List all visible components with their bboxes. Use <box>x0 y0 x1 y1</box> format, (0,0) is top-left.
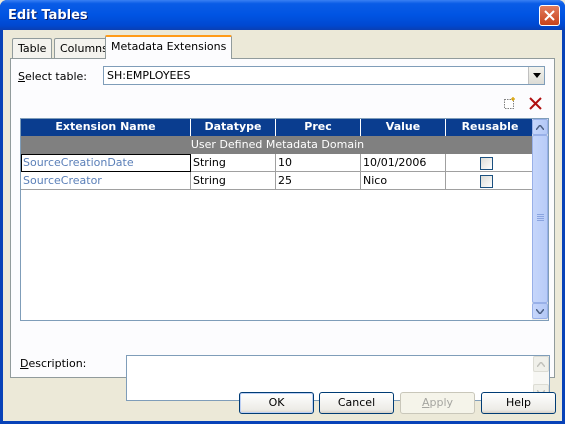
select-table-value: SH:EMPLOYEES <box>107 69 191 82</box>
table-row[interactable]: SourceCreator String 25 Nico <box>21 172 534 190</box>
select-table-label: Select table: <box>18 70 87 83</box>
tab-table[interactable]: Table <box>12 38 53 58</box>
value-cell[interactable]: 10/01/2006 <box>361 154 446 172</box>
help-button[interactable]: Help <box>481 392 556 414</box>
close-button[interactable] <box>539 5 560 26</box>
label-text: escription: <box>28 357 87 370</box>
datatype-cell[interactable]: String <box>191 172 276 190</box>
accel-key: S <box>18 70 25 83</box>
chevron-up-icon <box>537 361 545 367</box>
accel-key: A <box>421 396 430 409</box>
dialog-window: Edit Tables Table Columns Metadata Exten… <box>0 0 565 424</box>
cancel-button[interactable]: Cancel <box>319 392 394 414</box>
combo-dropdown-button[interactable] <box>528 67 544 84</box>
grid-scrollbar[interactable] <box>532 119 548 320</box>
table-row[interactable]: SourceCreationDate String 10 10/01/2006 <box>21 154 534 172</box>
prec-cell[interactable]: 10 <box>276 154 361 172</box>
value-cell[interactable]: Nico <box>361 172 446 190</box>
delete-icon <box>528 96 542 110</box>
reusable-checkbox[interactable] <box>480 157 493 170</box>
ok-button[interactable]: OK <box>239 392 314 414</box>
tab-label: Metadata Extensions <box>111 40 227 53</box>
prec-cell[interactable]: 25 <box>276 172 361 190</box>
column-header[interactable]: Datatype <box>191 119 276 136</box>
tab-panel: Select table: SH:EMPLOYEES Extension Nam… <box>10 58 555 401</box>
apply-button[interactable]: Apply <box>400 392 475 414</box>
metadata-grid: Extension Name Datatype Prec Value Reusa… <box>20 118 549 321</box>
reusable-cell <box>446 154 534 172</box>
title-bar[interactable]: Edit Tables <box>0 0 565 30</box>
description-label: Description: <box>20 357 86 370</box>
new-row-icon <box>503 96 515 109</box>
group-row[interactable]: User Defined Metadata Domain <box>21 136 534 154</box>
chevron-down-icon <box>532 73 541 78</box>
scroll-thumb[interactable] <box>532 135 548 303</box>
dialog-client: Table Columns Metadata Extensions Select… <box>3 30 562 421</box>
delete-button[interactable] <box>527 95 543 111</box>
tab-label: Table <box>18 42 47 55</box>
chevron-down-icon <box>536 308 544 314</box>
scroll-down-button[interactable] <box>532 303 548 319</box>
button-label: pply <box>429 396 454 409</box>
datatype-cell[interactable]: String <box>191 154 276 172</box>
extension-name-cell[interactable]: SourceCreationDate <box>21 154 191 172</box>
reusable-cell <box>446 172 534 190</box>
tab-label: Columns <box>60 42 108 55</box>
grid-header: Extension Name Datatype Prec Value Reusa… <box>21 119 534 136</box>
extension-name-cell[interactable]: SourceCreator <box>21 172 191 190</box>
column-header[interactable]: Value <box>361 119 446 136</box>
tab-metadata-extensions[interactable]: Metadata Extensions <box>105 35 233 59</box>
select-table-combo[interactable]: SH:EMPLOYEES <box>103 66 545 85</box>
window-title: Edit Tables <box>8 8 88 23</box>
column-header[interactable]: Reusable <box>446 119 534 136</box>
column-header[interactable]: Extension Name <box>21 119 191 136</box>
scroll-up-button <box>533 356 549 372</box>
new-row-button[interactable] <box>501 95 517 111</box>
reusable-checkbox[interactable] <box>480 175 493 188</box>
grip-icon <box>537 214 544 222</box>
close-icon <box>544 10 555 21</box>
label-text: elect table: <box>24 70 87 83</box>
chevron-up-icon <box>536 124 544 130</box>
scroll-up-button[interactable] <box>532 119 548 135</box>
column-header[interactable]: Prec <box>276 119 361 136</box>
